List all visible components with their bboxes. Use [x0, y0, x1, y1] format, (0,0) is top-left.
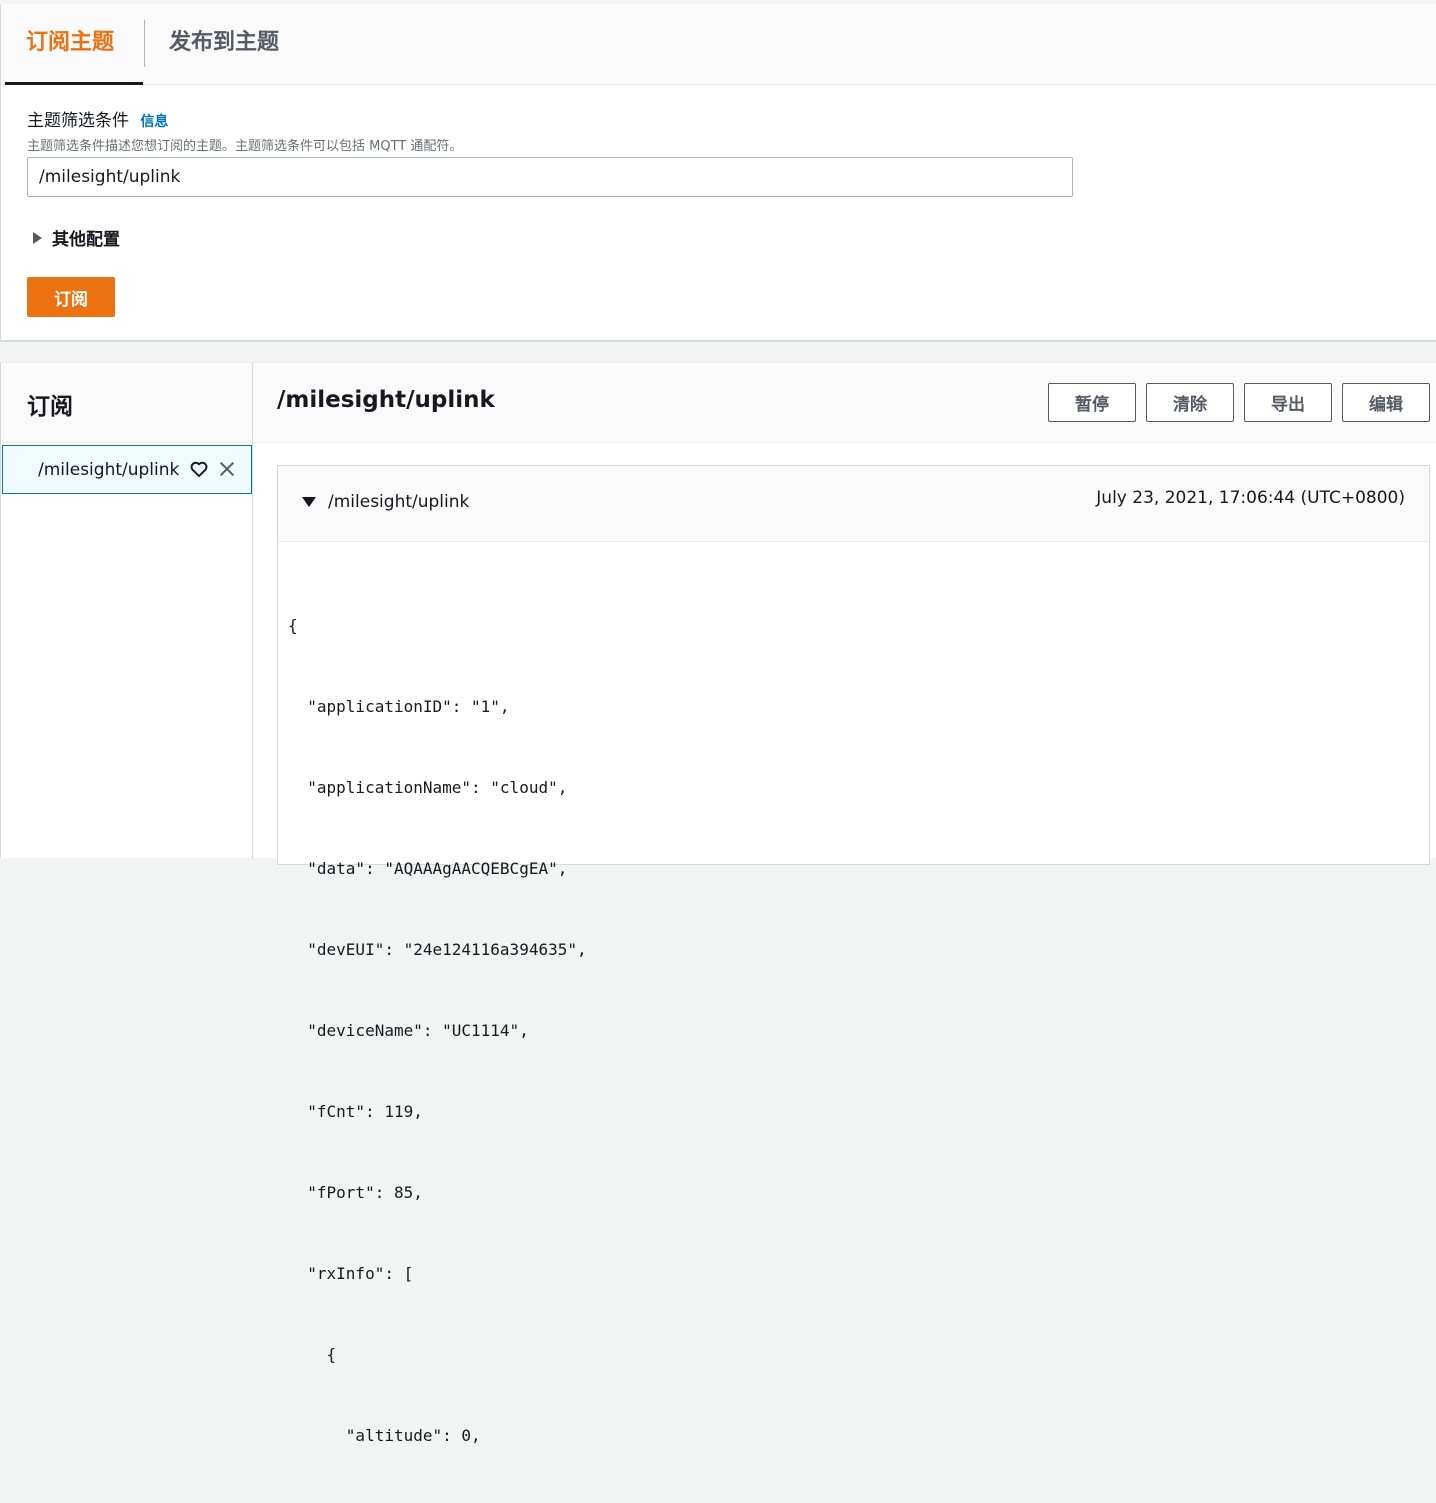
messages-header: /milesight/uplink 暂停 清除 导出 编辑 [253, 363, 1436, 443]
payload-line: "altitude": 0, [288, 1426, 481, 1445]
export-button[interactable]: 导出 [1244, 383, 1332, 422]
heart-icon[interactable] [189, 458, 209, 480]
message-card: /milesight/uplink July 23, 2021, 17:06:4… [277, 465, 1430, 1445]
payload-line: { [288, 1345, 337, 1364]
edit-button[interactable]: 编辑 [1342, 383, 1430, 422]
topic-filter-description: 主题筛选条件描述您想订阅的主题。主题筛选条件可以包括 MQTT 通配符。 [27, 139, 463, 154]
clear-button[interactable]: 清除 [1146, 383, 1234, 422]
payload-line: "devEUI": "24e124116a394635", [288, 940, 587, 959]
close-icon[interactable] [217, 458, 237, 480]
subscribe-button[interactable]: 订阅 [27, 277, 115, 317]
message-header: /milesight/uplink July 23, 2021, 17:06:4… [278, 466, 1429, 542]
sidebar-header: 订阅 [1, 363, 252, 443]
topic-filter-input[interactable] [27, 157, 1073, 197]
subscriptions-panel: 订阅 /milesight/uplink /milesight/uplink 暂… [0, 362, 1436, 1445]
tab-publish[interactable]: 发布到主题 [169, 4, 279, 85]
info-link[interactable]: 信息 [140, 114, 168, 130]
payload-line: "applicationID": "1", [288, 697, 510, 716]
pause-button[interactable]: 暂停 [1048, 383, 1136, 422]
topic-filter-label: 主题筛选条件 信息 [27, 106, 168, 131]
subscription-topic: /milesight/uplink [38, 459, 180, 480]
caret-down-icon [302, 497, 316, 507]
payload-line: "deviceName": "UC1114", [288, 1021, 529, 1040]
payload-line: "applicationName": "cloud", [288, 778, 568, 797]
subscribe-panel: 订阅主题 发布到主题 主题筛选条件 信息 主题筛选条件描述您想订阅的主题。主题筛… [0, 4, 1436, 342]
subscriptions-sidebar: 订阅 /milesight/uplink [1, 363, 253, 859]
messages-title: /milesight/uplink [277, 387, 495, 413]
message-timestamp: July 23, 2021, 17:06:44 (UTC+0800) [1096, 488, 1405, 508]
tab-subscribe[interactable]: 订阅主题 [5, 4, 143, 85]
additional-config-toggle[interactable]: 其他配置 [33, 225, 120, 250]
payload-line: "data": "AQAAAgAACQEBCgEA", [288, 859, 568, 878]
subscription-item[interactable]: /milesight/uplink [2, 445, 252, 494]
payload-line: "rxInfo": [ [288, 1264, 414, 1283]
caret-right-icon [33, 231, 42, 244]
topic-filter-label-text: 主题筛选条件 [27, 111, 129, 131]
message-collapse-toggle[interactable]: /milesight/uplink [302, 492, 469, 512]
payload-line: "fCnt": 119, [288, 1102, 423, 1121]
tab-divider [144, 20, 145, 67]
payload-line: "fPort": 85, [288, 1183, 423, 1202]
message-topic: /milesight/uplink [328, 492, 470, 512]
message-payload: { "applicationID": "1", "applicationName… [288, 558, 587, 1503]
additional-config-label: 其他配置 [52, 230, 120, 250]
payload-line: { [288, 616, 298, 635]
tab-bar: 订阅主题 发布到主题 [1, 4, 1436, 85]
sidebar-title: 订阅 [27, 394, 73, 420]
